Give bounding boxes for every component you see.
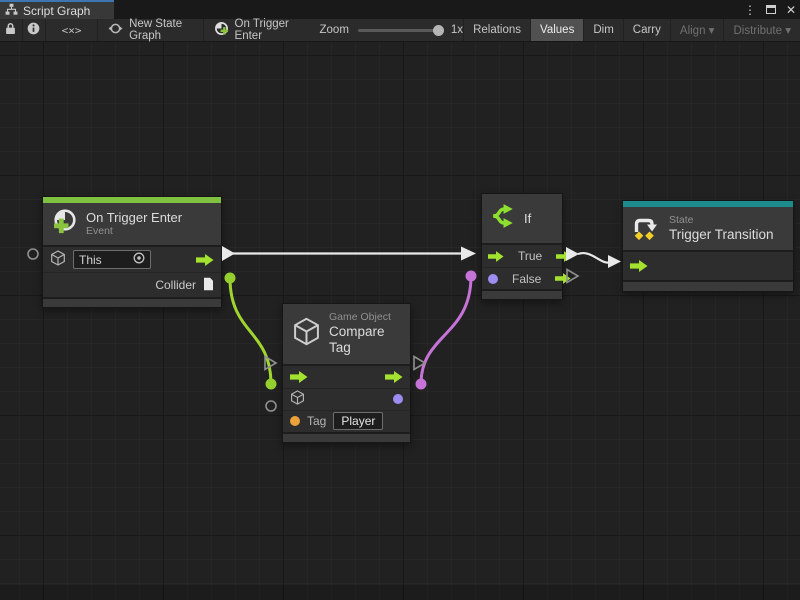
zoom-value: 1x	[451, 24, 463, 36]
node-category: Game Object	[329, 311, 400, 324]
on-trigger-enter-icon	[51, 208, 78, 240]
condition-input-port[interactable]	[488, 274, 498, 284]
info-icon	[27, 22, 40, 38]
tab-title: Script Graph	[23, 4, 90, 18]
tag-label: Tag	[307, 414, 326, 428]
port-if-condition-in-connected[interactable]	[466, 271, 477, 282]
true-out-arrow-icon[interactable]	[556, 251, 572, 262]
window-menu-icon[interactable]: ⋮	[744, 4, 756, 16]
wire-arrowhead-transition-in	[608, 255, 621, 268]
tag-input-port[interactable]	[290, 416, 300, 426]
node-trigger-transition[interactable]: State Trigger Transition	[622, 200, 794, 292]
zoom-slider[interactable]	[358, 29, 442, 32]
node-footer	[623, 280, 793, 291]
window-maximize-icon[interactable]	[766, 5, 776, 14]
code-view-button[interactable]: <×>	[46, 19, 98, 41]
result-output-port[interactable]	[393, 394, 403, 404]
zoom-slider-handle[interactable]	[433, 25, 444, 36]
flow-in-arrow-icon[interactable]	[290, 371, 308, 383]
flow-in-arrow-icon[interactable]	[630, 260, 648, 272]
distribute-dropdown[interactable]: Distribute ▾	[723, 19, 800, 41]
align-dropdown[interactable]: Align ▾	[670, 19, 724, 41]
port-trigger-out-connected[interactable]	[222, 246, 235, 261]
collider-doc-icon[interactable]	[203, 277, 214, 294]
script-graph-icon	[5, 3, 18, 19]
wire-arrowhead-if-in	[461, 247, 476, 261]
node-title: Trigger Transition	[669, 227, 774, 243]
port-target-in-empty[interactable]	[28, 249, 38, 259]
node-footer	[43, 297, 221, 307]
true-label: True	[518, 249, 542, 263]
transition-icon	[631, 211, 661, 246]
node-on-trigger-enter[interactable]: On Trigger Enter Event This	[42, 196, 222, 308]
node-title: Compare Tag	[329, 324, 400, 356]
node-if[interactable]: If True False	[481, 193, 563, 300]
window-close-icon[interactable]: ✕	[786, 4, 796, 16]
carry-toggle[interactable]: Carry	[623, 19, 670, 41]
values-toggle[interactable]: Values	[530, 19, 583, 41]
flow-out-arrow-icon[interactable]	[385, 371, 403, 383]
port-tag-in-empty[interactable]	[266, 401, 276, 411]
collider-output-label: Collider	[155, 278, 196, 292]
compare-tag-cube-icon	[292, 317, 321, 351]
graph-canvas[interactable]: On Trigger Enter Event This	[0, 42, 800, 600]
node-title: On Trigger Enter	[86, 210, 182, 226]
wire-true-to-transition[interactable]	[578, 253, 611, 263]
node-category: State	[669, 214, 774, 227]
port-compare-object-in-connected[interactable]	[266, 379, 277, 390]
object-picker-icon[interactable]	[133, 252, 145, 267]
flow-in-arrow-icon[interactable]	[488, 251, 504, 262]
relations-toggle[interactable]: Relations	[463, 19, 530, 41]
lock-icon	[5, 22, 16, 38]
node-compare-tag[interactable]: Game Object Compare Tag	[282, 303, 411, 443]
if-branch-icon	[490, 203, 516, 234]
tab-script-graph[interactable]: Script Graph	[0, 0, 114, 19]
target-object-field[interactable]: This	[73, 250, 151, 269]
wire-result-to-if-condition[interactable]	[421, 276, 471, 384]
current-event-button[interactable]: On Trigger Enter	[204, 19, 306, 41]
game-object-cube-icon	[50, 250, 66, 269]
node-footer	[283, 432, 410, 442]
node-subtitle: Event	[86, 225, 182, 238]
zoom-label: Zoom	[320, 24, 349, 36]
wire-collider-to-compare-tag[interactable]	[230, 278, 271, 384]
graph-toolbar: <×> New State Graph On Trigger Enter Zoo…	[0, 19, 800, 42]
state-graph-icon	[108, 21, 123, 39]
event-mini-icon	[214, 21, 229, 39]
trigger-out-arrow-icon[interactable]	[196, 254, 214, 266]
info-button[interactable]	[23, 19, 46, 41]
window-tab-bar: Script Graph ⋮ ✕	[0, 0, 800, 19]
port-compare-flow-in-empty[interactable]	[265, 357, 276, 370]
port-compare-flow-out-empty[interactable]	[414, 357, 425, 370]
lock-button[interactable]	[0, 19, 23, 41]
new-state-graph-button[interactable]: New State Graph	[98, 19, 203, 41]
dim-toggle[interactable]: Dim	[583, 19, 622, 41]
game-object-input-cube-icon[interactable]	[290, 390, 305, 408]
node-footer	[482, 289, 562, 299]
false-out-arrow-icon[interactable]	[555, 273, 571, 284]
node-title: If	[524, 211, 531, 227]
port-result-out-connected[interactable]	[416, 379, 427, 390]
code-icon: <×>	[62, 24, 82, 37]
port-collider-out-connected[interactable]	[225, 273, 236, 284]
false-label: False	[512, 272, 541, 286]
tag-value-field[interactable]: Player	[333, 412, 383, 430]
